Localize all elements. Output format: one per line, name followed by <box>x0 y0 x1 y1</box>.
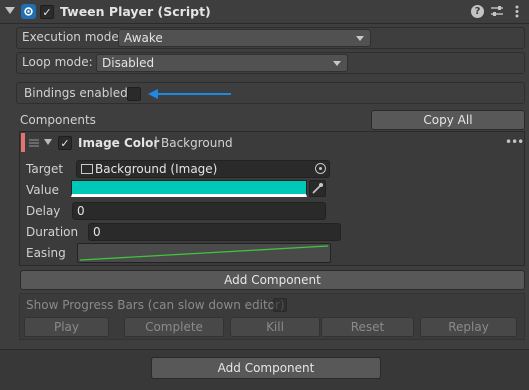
loop-mode-dropdown[interactable]: Disabled <box>96 54 348 72</box>
loop-mode-label: Loop mode: <box>22 55 93 69</box>
easing-curve-field[interactable] <box>77 243 331 263</box>
reset-button[interactable]: Reset <box>321 317 414 337</box>
bindings-enabled-checkbox[interactable] <box>127 87 141 101</box>
value-label: Value <box>26 183 59 197</box>
execution-mode-value: Awake <box>124 31 163 45</box>
collapse-arrow-icon[interactable] <box>5 7 15 14</box>
tween-name: Image Color <box>78 136 160 150</box>
duration-label: Duration <box>26 225 79 239</box>
arrow-annotation-icon <box>148 88 232 100</box>
eyedropper-icon[interactable] <box>309 180 326 197</box>
script-icon <box>21 4 36 19</box>
tween-target-name: Background <box>161 136 233 150</box>
object-picker-icon[interactable] <box>315 163 326 174</box>
component-title: Tween Player (Script) <box>60 4 211 19</box>
loop-mode-value: Disabled <box>102 56 155 70</box>
image-icon <box>81 164 93 174</box>
duration-field[interactable]: 0 <box>88 223 341 241</box>
complete-button[interactable]: Complete <box>124 317 224 337</box>
component-color-stripe <box>21 133 25 152</box>
color-field[interactable] <box>71 180 307 197</box>
easing-label: Easing <box>26 246 66 260</box>
play-button[interactable]: Play <box>24 317 109 337</box>
foldout-arrow-icon[interactable] <box>44 139 52 145</box>
component-enabled-checkbox[interactable]: ✓ <box>40 5 54 19</box>
replay-button[interactable]: Replay <box>420 317 517 337</box>
more-icon[interactable] <box>510 4 524 19</box>
tween-more-icon[interactable]: ••• <box>505 135 524 149</box>
copy-all-button[interactable]: Copy All <box>371 110 525 130</box>
execution-mode-label: Execution mode: <box>22 30 123 44</box>
chevron-down-icon <box>356 36 364 41</box>
target-label: Target <box>26 162 64 176</box>
add-component-button[interactable]: Add Component <box>151 357 381 379</box>
components-label: Components <box>20 113 96 127</box>
add-component-inner-button[interactable]: Add Component <box>20 270 525 290</box>
check-icon: ✓ <box>42 5 52 19</box>
check-icon: ✓ <box>60 136 70 150</box>
easing-curve-graph <box>79 245 329 261</box>
delay-field[interactable]: 0 <box>72 202 326 220</box>
target-object-field[interactable]: Background (Image) <box>76 160 330 178</box>
delay-label: Delay <box>26 204 61 218</box>
drag-handle-icon[interactable] <box>29 137 39 147</box>
chevron-down-icon <box>333 61 341 66</box>
tween-name-separator: | <box>154 135 159 149</box>
tween-enabled-checkbox[interactable]: ✓ <box>58 136 72 150</box>
progress-bars-label: Show Progress Bars (can slow down editor… <box>26 298 285 312</box>
execution-mode-dropdown[interactable]: Awake <box>118 29 371 47</box>
kill-button[interactable]: Kill <box>230 317 320 337</box>
presets-icon[interactable] <box>490 4 504 19</box>
help-icon[interactable]: ? <box>471 5 484 18</box>
target-value: Background (Image) <box>95 162 218 176</box>
bindings-label: Bindings enabled <box>24 86 128 100</box>
progress-bars-checkbox[interactable] <box>273 298 287 312</box>
